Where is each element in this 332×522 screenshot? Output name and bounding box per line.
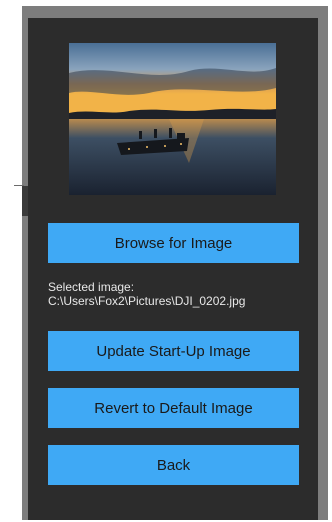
revert-to-default-image-button[interactable]: Revert to Default Image	[48, 388, 299, 428]
back-button[interactable]: Back	[48, 445, 299, 485]
selected-image-label: Selected image:	[48, 280, 135, 294]
selected-image-info: Selected image: C:\Users\Fox2\Pictures\D…	[48, 280, 308, 308]
update-startup-image-button[interactable]: Update Start-Up Image	[48, 331, 299, 371]
browse-for-image-button[interactable]: Browse for Image	[48, 223, 299, 263]
selected-image-path: C:\Users\Fox2\Pictures\DJI_0202.jpg	[48, 294, 246, 308]
startup-image-preview	[69, 43, 276, 195]
